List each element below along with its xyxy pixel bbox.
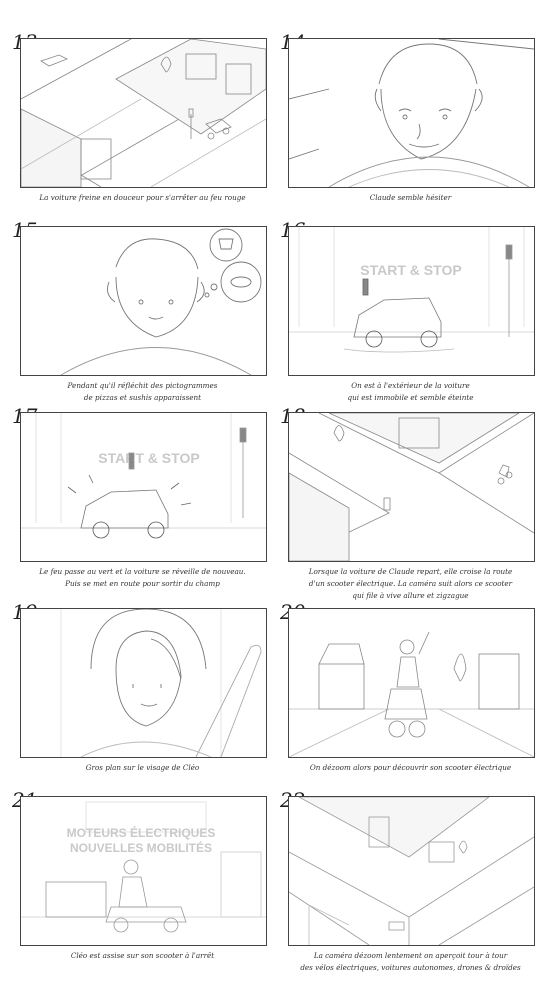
overlay-title: START & STOP [98, 450, 199, 466]
storyboard-panel-13: 13 La voiture freine en douceur pour s'a… [12, 30, 285, 222]
storyboard-panel-16: 16 START & STOP On est à l'extérieur de … [280, 218, 551, 410]
storyboard-panel-20: 20 On dézoom alors pour découvrir son sc… [280, 600, 551, 792]
panel-frame [20, 226, 267, 376]
sketch-car-starting: START & STOP [21, 413, 266, 539]
sketch-car-stopped: START & STOP [289, 227, 534, 353]
panel-caption: Pendant qu'il réfléchit des pictogrammes… [67, 381, 218, 402]
panel-caption: La voiture freine en douceur pour s'arrê… [39, 193, 246, 202]
sketch-claude-face [289, 39, 534, 187]
sketch-cleo-on-scooter [289, 631, 534, 757]
panel-caption: Le feu passe au vert et la voiture se ré… [39, 567, 246, 588]
storyboard-panel-17: 17 START & STOP Le feu passe au vert et … [12, 404, 285, 596]
panel-caption: On est à l'extérieur de la voiture qui e… [347, 381, 474, 402]
sketch-claude-thinking [60, 228, 262, 375]
sketch-intersection-scooter [289, 413, 534, 561]
panel-frame [288, 608, 535, 758]
panel-caption: Lorsque la voiture de Claude repart, ell… [308, 567, 513, 600]
storyboard-panel-19: 19 Gros plan sur le visage de Cléo [12, 600, 285, 792]
overlay-line-1: MOTEURS ÉLECTRIQUES [67, 825, 216, 840]
panel-frame: MOTEURS ÉLECTRIQUES NOUVELLES MOBILITÉS [20, 796, 267, 946]
panel-frame: START & STOP [288, 226, 535, 376]
sketch-cleo-face [60, 609, 262, 757]
overlay-title: START & STOP [360, 262, 461, 278]
sketch-city-aerial [289, 797, 534, 945]
sketch-street-aerial [21, 39, 266, 187]
panel-frame [288, 38, 535, 188]
overlay-line-2: NOUVELLES MOBILITÉS [70, 840, 212, 855]
panel-frame [288, 412, 535, 562]
storyboard-panel-18: 18 Lorsque la voiture de Claude repart, … [280, 404, 551, 600]
panel-frame [288, 796, 535, 946]
panel-caption: Gros plan sur le visage de Cléo [85, 763, 200, 772]
storyboard-panel-14: 14 Claude semble hésiter [280, 30, 551, 222]
sketch-cleo-parked: MOTEURS ÉLECTRIQUES NOUVELLES MOBILITÉS [21, 801, 266, 933]
panel-caption: La caméra dézoom lentement on aperçoit t… [300, 951, 521, 972]
panel-caption: On dézoom alors pour découvrir son scoot… [309, 763, 512, 772]
storyboard-panel-15: 15 Pendant qu'il réfléchit des pictogram… [12, 218, 285, 410]
panel-frame: START & STOP [20, 412, 267, 562]
panel-caption: Claude semble hésiter [369, 193, 452, 202]
panel-caption: Cléo est assise sur son scooter à l'arrê… [70, 951, 215, 960]
storyboard-panel-21: 21 MOTEURS ÉLECTRIQUES NOUVELLES MOBILIT… [12, 788, 285, 980]
panel-frame [20, 38, 267, 188]
storyboard-panel-22: 22 La caméra dézoom lentement on aperçoi… [280, 788, 551, 980]
panel-frame [20, 608, 267, 758]
